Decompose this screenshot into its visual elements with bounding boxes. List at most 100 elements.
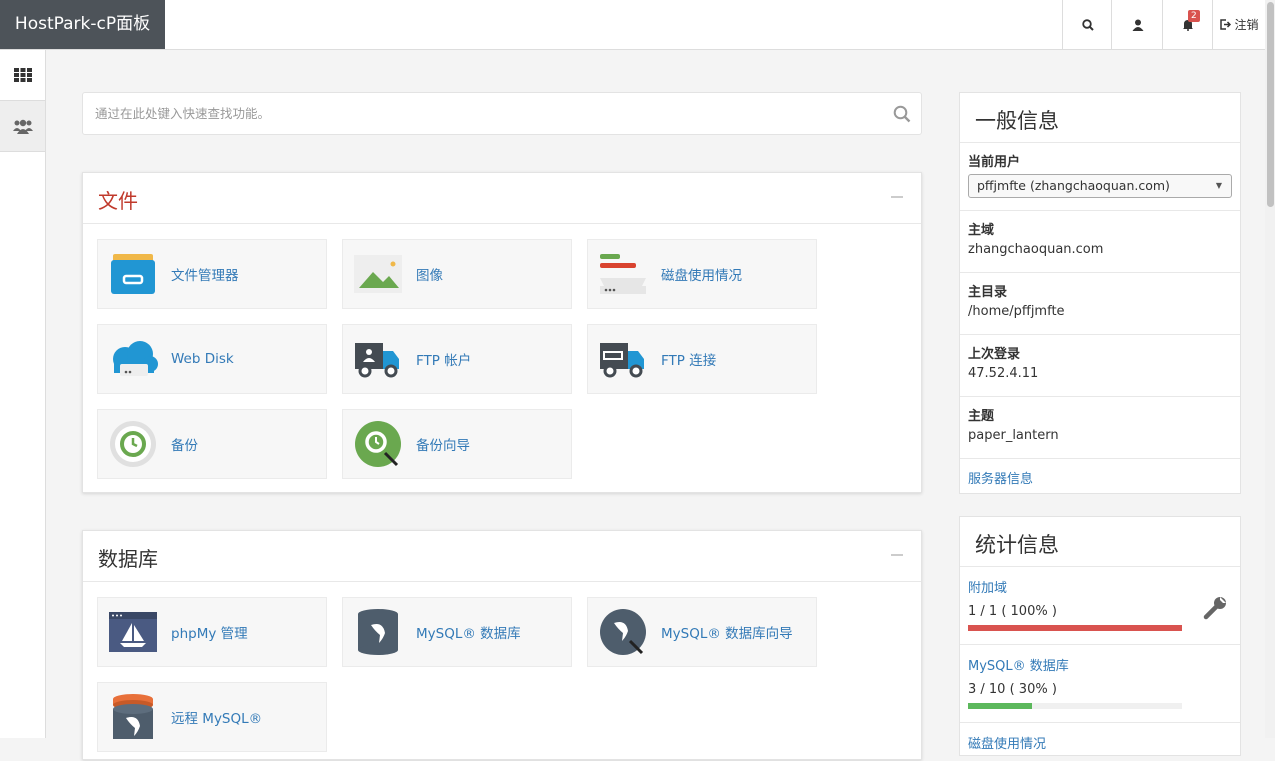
search-icon[interactable] xyxy=(893,105,911,123)
addon-domains-bar-fill xyxy=(968,625,1182,631)
mysql-stats-row: MySQL® 数据库 3 / 10 ( 30% ) xyxy=(960,645,1240,723)
server-info-link[interactable]: 服务器信息 xyxy=(968,472,1033,487)
phpmyadmin-label: phpMy 管理 xyxy=(171,626,248,642)
mysql-wizard-item[interactable]: MySQL® 数据库向导 xyxy=(587,597,817,667)
brand-title[interactable]: HostPark-cP面板 xyxy=(0,0,165,49)
images-label: 图像 xyxy=(416,268,443,284)
addon-domains-value: 1 / 1 ( 100% ) xyxy=(968,604,1057,619)
primary-domain-label: 主域 xyxy=(968,223,995,238)
collapse-icon[interactable] xyxy=(891,196,903,198)
scrollbar[interactable] xyxy=(1265,0,1275,738)
top-bar: HostPark-cP面板 2 注销 xyxy=(0,0,1265,50)
notification-badge: 2 xyxy=(1188,10,1200,22)
mysql-stats-bar-fill xyxy=(968,703,1033,709)
current-user-row: 当前用户 pffjmfte (zhangchaoquan.com) ▼ xyxy=(960,143,1240,211)
dropdown-arrow-icon: ▼ xyxy=(1215,181,1222,190)
databases-title: 数据库 xyxy=(98,547,158,571)
search-input[interactable] xyxy=(83,93,887,134)
current-user-label: 当前用户 xyxy=(968,155,1021,170)
web-disk-icon xyxy=(108,334,158,384)
stats-panel: 统计信息 附加域 1 / 1 ( 100% ) MySQL® 数据库 3 / 1… xyxy=(959,516,1241,756)
remote-mysql-item[interactable]: 远程 MySQL® xyxy=(97,682,327,752)
ftp-accounts-item[interactable]: FTP 帐户 xyxy=(342,324,572,394)
mysql-databases-icon xyxy=(353,607,403,657)
backup-wizard-icon xyxy=(353,419,403,469)
users-icon xyxy=(12,119,33,134)
wrench-icon[interactable] xyxy=(1202,595,1228,621)
disk-usage-label: 磁盘使用情况 xyxy=(661,268,742,284)
ftp-connections-item[interactable]: FTP 连接 xyxy=(587,324,817,394)
theme-value: paper_lantern xyxy=(968,428,1059,443)
stats-title: 统计信息 xyxy=(960,517,1240,567)
mysql-databases-label: MySQL® 数据库 xyxy=(416,626,521,642)
backup-wizard-label: 备份向导 xyxy=(416,438,470,454)
remote-mysql-label: 远程 MySQL® xyxy=(171,711,263,727)
file-manager-icon xyxy=(108,249,158,299)
last-login-value: 47.52.4.11 xyxy=(968,366,1039,381)
file-manager-item[interactable]: 文件管理器 xyxy=(97,239,327,309)
theme-row: 主题 paper_lantern xyxy=(960,397,1240,459)
primary-domain-value: zhangchaoquan.com xyxy=(968,242,1104,257)
notifications-button[interactable]: 2 xyxy=(1162,0,1213,49)
mysql-stats-bar xyxy=(968,703,1182,709)
ftp-connections-icon xyxy=(598,334,648,384)
grid-icon xyxy=(13,68,32,82)
home-dir-label: 主目录 xyxy=(968,285,1008,300)
disk-stats-link[interactable]: 磁盘使用情况 xyxy=(968,733,1232,752)
backup-label: 备份 xyxy=(171,438,198,454)
side-item-users[interactable] xyxy=(0,101,45,152)
logout-icon xyxy=(1220,19,1232,30)
quick-search xyxy=(82,92,922,135)
phpmyadmin-icon xyxy=(108,607,158,657)
images-icon xyxy=(353,249,403,299)
logout-label: 注销 xyxy=(1234,18,1259,32)
mysql-wizard-icon xyxy=(598,607,648,657)
user-icon xyxy=(1132,19,1143,31)
general-info-panel: 一般信息 当前用户 pffjmfte (zhangchaoquan.com) ▼… xyxy=(959,92,1241,494)
backup-wizard-item[interactable]: 备份向导 xyxy=(342,409,572,479)
files-panel: 文件 文件管理器 图像 磁盘使用情况 Web Disk FTP 帐户 FTP 连… xyxy=(82,172,922,493)
collapse-icon[interactable] xyxy=(891,554,903,556)
disk-usage-item[interactable]: 磁盘使用情况 xyxy=(587,239,817,309)
web-disk-item[interactable]: Web Disk xyxy=(97,324,327,394)
files-title: 文件 xyxy=(98,189,138,213)
web-disk-label: Web Disk xyxy=(171,351,234,367)
side-item-home[interactable] xyxy=(0,50,45,101)
databases-panel-header: 数据库 xyxy=(83,531,921,582)
user-button[interactable] xyxy=(1111,0,1163,49)
files-panel-header: 文件 xyxy=(83,173,921,224)
remote-mysql-icon xyxy=(108,692,158,742)
addon-domains-link[interactable]: 附加域 xyxy=(968,577,1232,596)
disk-stats-row: 磁盘使用情况 xyxy=(960,723,1240,761)
server-info-row: 服务器信息 xyxy=(960,459,1240,496)
ftp-connections-label: FTP 连接 xyxy=(661,353,717,369)
general-info-title: 一般信息 xyxy=(960,93,1240,143)
backup-item[interactable]: 备份 xyxy=(97,409,327,479)
phpmyadmin-item[interactable]: phpMy 管理 xyxy=(97,597,327,667)
mysql-wizard-label: MySQL® 数据库向导 xyxy=(661,626,793,642)
home-dir-value: /home/pffjmfte xyxy=(968,304,1065,319)
last-login-row: 上次登录 47.52.4.11 xyxy=(960,335,1240,397)
last-login-label: 上次登录 xyxy=(968,347,1021,362)
scrollbar-thumb[interactable] xyxy=(1267,2,1274,207)
current-user-value: pffjmfte (zhangchaoquan.com) xyxy=(977,178,1170,193)
logout-button[interactable]: 注销 xyxy=(1212,0,1266,49)
mysql-stats-link[interactable]: MySQL® 数据库 xyxy=(968,655,1232,674)
addon-domains-bar xyxy=(968,625,1182,631)
side-nav xyxy=(0,50,46,738)
file-manager-label: 文件管理器 xyxy=(171,268,239,284)
home-dir-row: 主目录 /home/pffjmfte xyxy=(960,273,1240,335)
databases-panel: 数据库 phpMy 管理 MySQL® 数据库 MySQL® 数据库向导 远程 … xyxy=(82,530,922,760)
ftp-accounts-icon xyxy=(353,334,403,384)
disk-usage-icon xyxy=(598,249,648,299)
search-button[interactable] xyxy=(1062,0,1112,49)
primary-domain-row: 主域 zhangchaoquan.com xyxy=(960,211,1240,273)
ftp-accounts-label: FTP 帐户 xyxy=(416,353,472,369)
current-user-select[interactable]: pffjmfte (zhangchaoquan.com) ▼ xyxy=(968,174,1232,198)
mysql-databases-item[interactable]: MySQL® 数据库 xyxy=(342,597,572,667)
images-item[interactable]: 图像 xyxy=(342,239,572,309)
backup-icon xyxy=(108,419,158,469)
search-icon xyxy=(1081,18,1094,31)
theme-label: 主题 xyxy=(968,409,995,424)
addon-domains-row: 附加域 1 / 1 ( 100% ) xyxy=(960,567,1240,645)
